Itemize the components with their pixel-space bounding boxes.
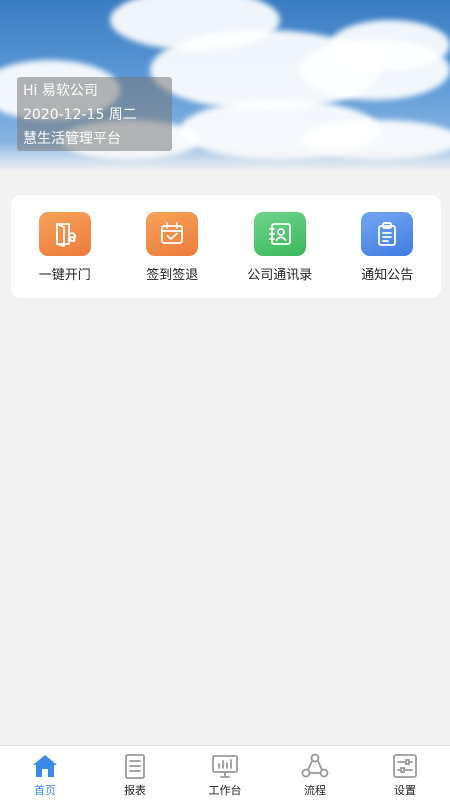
tab-reports[interactable]: 报表	[100, 746, 170, 798]
tab-home[interactable]: 首页	[10, 746, 80, 798]
tab-label: 首页	[34, 784, 56, 797]
flow-icon	[301, 753, 329, 778]
bottom-tab-bar: 首页 报表 工作台 流程 设置	[0, 745, 450, 800]
action-label: 通知公告	[361, 268, 414, 283]
tab-workbench[interactable]: 工作台	[190, 746, 260, 798]
tab-label: 流程	[304, 784, 326, 797]
action-label: 签到签退	[146, 268, 199, 283]
tab-settings[interactable]: 设置	[370, 746, 440, 798]
action-contacts[interactable]: 公司通讯录	[230, 212, 330, 283]
contacts-icon	[253, 212, 306, 256]
home-icon	[33, 755, 57, 777]
action-check-in[interactable]: 签到签退	[122, 212, 222, 283]
clipboard-icon	[361, 212, 414, 256]
action-label: 公司通讯录	[247, 268, 313, 283]
action-label: 一键开门	[38, 268, 91, 283]
monitor-icon	[212, 755, 238, 778]
tab-label: 工作台	[208, 784, 242, 797]
report-icon	[125, 754, 145, 779]
platform-name: 慧生活管理平台	[23, 131, 121, 147]
action-notices[interactable]: 通知公告	[337, 212, 437, 283]
tab-label: 设置	[394, 784, 416, 797]
tab-label: 报表	[124, 784, 146, 797]
settings-icon	[393, 754, 417, 778]
quick-actions-card: 一键开门 签到签退 公司通讯录 通知公告	[11, 195, 441, 298]
calendar-check-icon	[146, 212, 199, 256]
tab-process[interactable]: 流程	[280, 746, 350, 798]
header-banner: Hi 易软公司 2020-12-15 周二 慧生活管理平台	[0, 0, 450, 172]
door-icon	[38, 212, 91, 256]
greeting-box: Hi 易软公司 2020-12-15 周二 慧生活管理平台	[17, 77, 172, 151]
greeting-text: Hi 易软公司	[23, 83, 98, 99]
action-open-door[interactable]: 一键开门	[15, 212, 115, 283]
date-text: 2020-12-15 周二	[23, 107, 137, 123]
